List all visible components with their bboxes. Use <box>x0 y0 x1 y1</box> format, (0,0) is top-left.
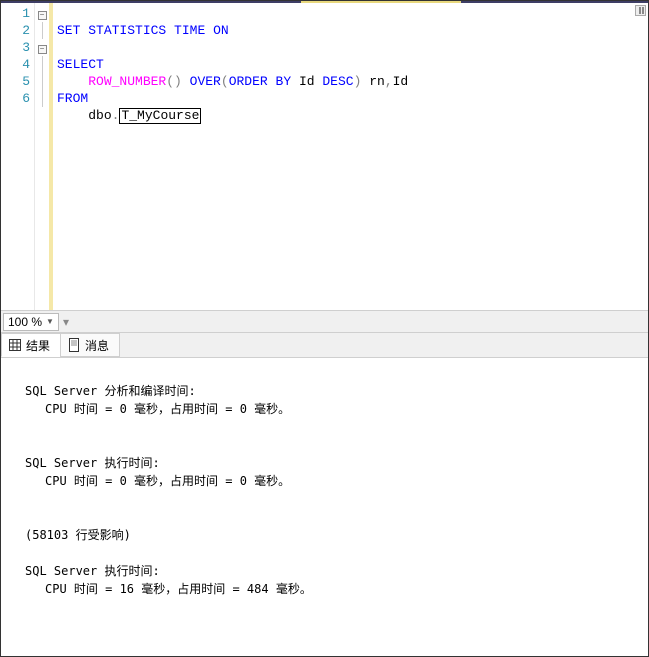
output-line: CPU 时间 = 0 毫秒，占用时间 = 0 毫秒。 <box>25 472 638 490</box>
tab-label: 结果 <box>26 337 50 354</box>
output-line: SQL Server 执行时间: <box>25 456 160 470</box>
document-icon <box>67 338 81 352</box>
keyword: SET <box>57 23 80 38</box>
fold-toggle-icon[interactable]: − <box>38 45 47 54</box>
line-number: 3 <box>1 39 34 56</box>
fold-gutter: − − <box>35 3 49 310</box>
keyword: STATISTICS <box>88 23 166 38</box>
zoom-value: 100 % <box>8 315 42 329</box>
messages-panel[interactable]: SQL Server 分析和编译时间: CPU 时间 = 0 毫秒，占用时间 =… <box>1 358 648 656</box>
output-line: SQL Server 执行时间: <box>25 564 160 578</box>
keyword: SELECT <box>57 57 104 72</box>
identifier: rn <box>369 74 385 89</box>
chevron-down-icon: ▼ <box>46 317 54 326</box>
line-number: 1 <box>1 5 34 22</box>
zoom-bar: 100 % ▼ ▾ <box>1 310 648 332</box>
identifier: Id <box>299 74 315 89</box>
zoom-handle-icon[interactable]: ▾ <box>63 315 69 329</box>
output-line: (58103 行受影响) <box>25 528 131 542</box>
tab-messages[interactable]: 消息 <box>60 333 120 357</box>
keyword: ON <box>213 23 229 38</box>
identifier: Id <box>393 74 409 89</box>
grid-icon <box>8 338 22 352</box>
line-number: 4 <box>1 56 34 73</box>
keyword: DESC <box>322 74 353 89</box>
fold-toggle-icon[interactable]: − <box>38 11 47 20</box>
output-tabs: 结果 消息 <box>1 332 648 358</box>
function: ROW_NUMBER <box>88 74 166 89</box>
schema: dbo <box>88 108 111 123</box>
table-name: T_MyCourse <box>119 108 201 124</box>
keyword: TIME <box>174 23 205 38</box>
output-line: SQL Server 分析和编译时间: <box>25 384 196 398</box>
line-number: 5 <box>1 73 34 90</box>
keyword: BY <box>276 74 292 89</box>
output-line: CPU 时间 = 16 毫秒，占用时间 = 484 毫秒。 <box>25 580 638 598</box>
keyword: FROM <box>57 91 88 106</box>
line-number: 6 <box>1 90 34 107</box>
line-number: 2 <box>1 22 34 39</box>
zoom-dropdown[interactable]: 100 % ▼ <box>3 313 59 331</box>
output-line: CPU 时间 = 0 毫秒，占用时间 = 0 毫秒。 <box>25 400 638 418</box>
tab-label: 消息 <box>85 337 109 354</box>
keyword: ORDER <box>229 74 268 89</box>
split-handle-icon[interactable] <box>635 5 646 16</box>
tab-results[interactable]: 结果 <box>1 333 61 357</box>
keyword: OVER <box>190 74 221 89</box>
sql-editor[interactable]: 1 2 3 4 5 6 − − SET STATISTICS TIME ON S… <box>1 3 648 310</box>
code-area[interactable]: SET STATISTICS TIME ON SELECT ROW_NUMBER… <box>53 3 648 310</box>
line-number-gutter: 1 2 3 4 5 6 <box>1 3 35 310</box>
